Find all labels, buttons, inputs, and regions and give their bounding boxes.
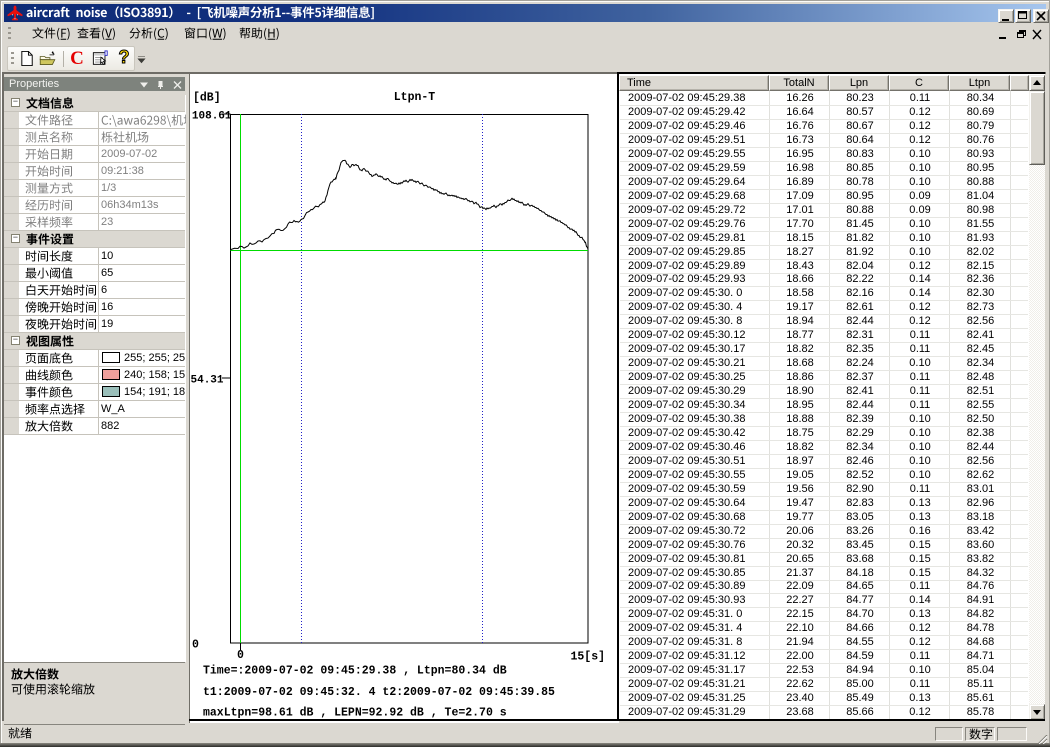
svg-text:15[s]: 15[s] <box>571 651 606 664</box>
svg-text:54.31: 54.31 <box>191 375 224 387</box>
svg-text:t1:2009-07-02 09:45:32. 4 t2:2: t1:2009-07-02 09:45:32. 4 t2:2009-07-02 … <box>203 686 555 699</box>
svg-text:108.61: 108.61 <box>192 111 232 123</box>
svg-text:0: 0 <box>192 639 199 652</box>
svg-text:0: 0 <box>237 649 244 662</box>
svg-text:[dB]: [dB] <box>193 92 221 105</box>
svg-text:Time=:2009-07-02 09:45:29.38 ,: Time=:2009-07-02 09:45:29.38 , Ltpn=80.3… <box>203 665 507 678</box>
svg-text:maxLtpn=98.61 dB , LEPN=92.92: maxLtpn=98.61 dB , LEPN=92.92 dB , Te=2.… <box>203 707 507 720</box>
svg-text:Ltpn-T: Ltpn-T <box>394 91 436 104</box>
